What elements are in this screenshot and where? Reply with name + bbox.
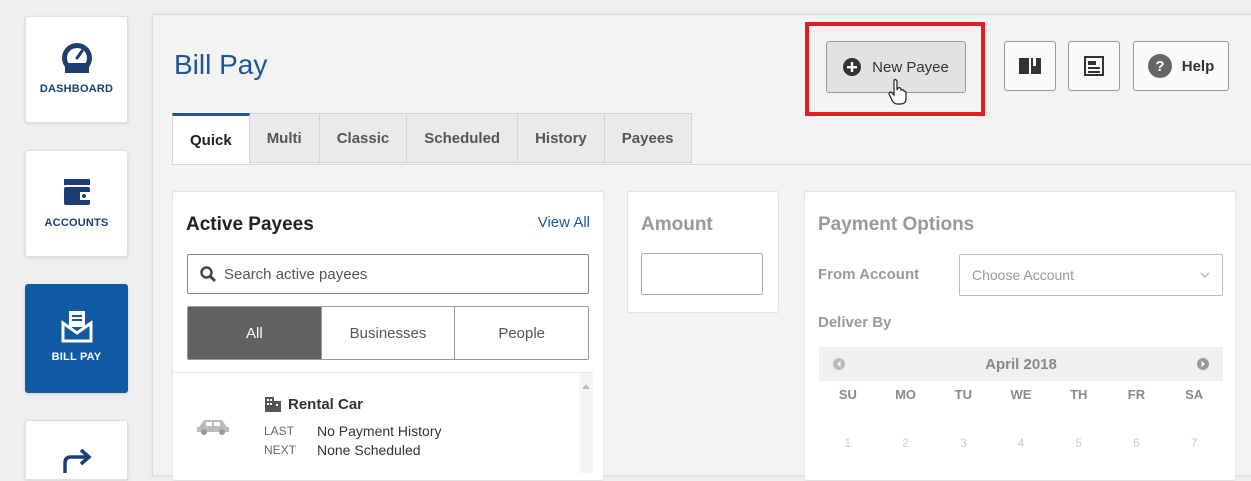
help-label: Help: [1181, 57, 1215, 75]
weekday: TU: [954, 387, 972, 402]
speedometer-icon: [60, 41, 94, 75]
weekday: TH: [1070, 387, 1088, 402]
transfer-arrow-icon: [60, 445, 94, 479]
calendar-date[interactable]: 5: [1050, 436, 1108, 450]
calendar-date[interactable]: 2: [877, 436, 935, 450]
help-icon: ?: [1147, 54, 1172, 78]
tab-history[interactable]: History: [518, 113, 605, 163]
next-value: None Scheduled: [317, 442, 421, 458]
weekday: SU: [838, 387, 857, 402]
scrollbar[interactable]: [579, 373, 593, 473]
sidebar-item-label: ACCOUNTS: [44, 217, 109, 229]
tab-multi[interactable]: Multi: [249, 113, 320, 163]
tab-payees[interactable]: Payees: [604, 113, 692, 163]
book-button[interactable]: [1004, 41, 1056, 91]
calendar-month: April 2018: [985, 355, 1057, 373]
weekday: SA: [1185, 387, 1204, 402]
sidebar-item-dashboard[interactable]: DASHBOARD: [25, 16, 128, 123]
svg-text:?: ?: [1155, 58, 1164, 75]
car-icon: [195, 417, 231, 440]
chevron-down-icon: [1200, 272, 1210, 278]
last-label: LAST: [264, 424, 295, 438]
search-input[interactable]: Search active payees: [187, 254, 589, 294]
sidebar-item-label: BILL PAY: [51, 351, 102, 363]
prev-month-icon[interactable]: [833, 358, 845, 370]
payee-list: Rental Car LAST No Payment History NEXT …: [173, 372, 593, 473]
sidebar-item-accounts[interactable]: ACCOUNTS: [25, 150, 128, 257]
tab-scheduled[interactable]: Scheduled: [407, 113, 519, 163]
weekday: WE: [1010, 387, 1032, 402]
new-payee-label: New Payee: [872, 58, 949, 76]
sidebar-item-label: DASHBOARD: [39, 83, 114, 95]
next-month-icon[interactable]: [1197, 358, 1209, 370]
building-icon: [264, 395, 282, 418]
amount-title: Amount: [641, 214, 713, 235]
calendar-date[interactable]: 6: [1108, 436, 1166, 450]
calendar-header: April 2018: [819, 347, 1223, 381]
document-icon: [1084, 56, 1104, 76]
help-button[interactable]: ? Help: [1133, 41, 1229, 91]
date-row: 1 2 3 4 5 6 7: [819, 436, 1223, 450]
payee-name: Rental Car: [288, 396, 364, 413]
sidebar-item-bill-pay[interactable]: BILL PAY: [25, 284, 128, 393]
search-placeholder: Search active payees: [224, 265, 368, 283]
next-label: NEXT: [264, 443, 297, 457]
payee-filter: All Businesses People: [187, 306, 589, 360]
filter-businesses[interactable]: Businesses: [320, 307, 455, 359]
statement-button[interactable]: [1068, 41, 1120, 91]
tab-bar: Quick Multi Classic Scheduled History Pa…: [172, 113, 692, 165]
main-content: Bill Pay New Payee ? Help Quick Multi Cl…: [152, 14, 1251, 481]
filter-people[interactable]: People: [454, 307, 588, 359]
plus-circle-icon: [843, 58, 862, 76]
tab-classic[interactable]: Classic: [319, 113, 408, 163]
deliver-by-label: Deliver By: [818, 314, 892, 331]
page-title: Bill Pay: [174, 49, 268, 80]
from-account-select[interactable]: Choose Account: [959, 254, 1223, 296]
calendar-date[interactable]: 1: [819, 436, 877, 450]
amount-input[interactable]: [641, 253, 763, 295]
calendar: April 2018 SU MO TU WE TH FR SA 1 2 3 4 …: [819, 347, 1223, 467]
amount-panel: Amount: [627, 191, 779, 313]
tab-quick[interactable]: Quick: [172, 113, 250, 165]
search-icon: [200, 266, 216, 282]
list-item[interactable]: Rental Car LAST No Payment History NEXT …: [173, 373, 578, 473]
book-icon: [1019, 58, 1041, 74]
weekday: FR: [1127, 387, 1146, 402]
active-payees-title: Active Payees: [186, 214, 314, 235]
weekday-row: SU MO TU WE TH FR SA: [819, 387, 1223, 402]
active-payees-panel: Active Payees View All Search active pay…: [172, 191, 604, 481]
payment-options-panel: Payment Options From Account Choose Acco…: [804, 191, 1236, 481]
filter-all[interactable]: All: [188, 307, 321, 359]
from-account-label: From Account: [818, 266, 920, 283]
sidebar-item-transfers[interactable]: [25, 420, 128, 480]
payment-options-title: Payment Options: [818, 214, 975, 235]
from-account-placeholder: Choose Account: [972, 267, 1074, 283]
weekday: MO: [895, 387, 917, 402]
tab-divider: [172, 164, 1251, 165]
calendar-date[interactable]: 4: [992, 436, 1050, 450]
calendar-date[interactable]: 7: [1165, 436, 1223, 450]
calendar-date[interactable]: 3: [934, 436, 992, 450]
wallet-icon: [60, 175, 94, 209]
hand-cursor-icon: [888, 79, 908, 110]
envelope-bill-icon: [60, 309, 94, 343]
view-all-link[interactable]: View All: [538, 214, 590, 231]
scroll-up-icon: [582, 384, 590, 389]
last-value: No Payment History: [317, 423, 442, 439]
